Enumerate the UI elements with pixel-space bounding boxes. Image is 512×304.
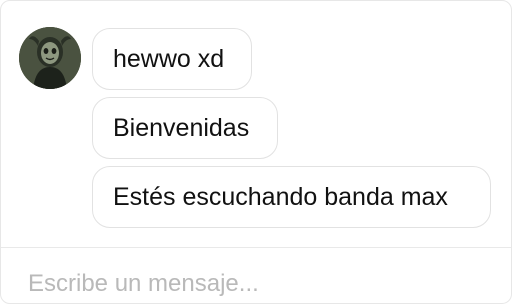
user-avatar-icon xyxy=(19,27,81,89)
message-input[interactable] xyxy=(28,268,488,300)
message-text: Bienvenidas xyxy=(113,113,250,142)
chat-window: hewwo xd Bienvenidas Estés escuchando ba… xyxy=(0,0,512,304)
message-bubble[interactable]: Bienvenidas xyxy=(92,97,278,159)
avatar[interactable] xyxy=(19,27,81,89)
message-text: hewwo xd xyxy=(113,44,225,73)
message-bubble[interactable]: hewwo xd xyxy=(92,28,252,90)
message-text: Estés escuchando banda max xyxy=(113,182,448,211)
message-bubble[interactable]: Estés escuchando banda max xyxy=(92,166,491,228)
message-composer xyxy=(1,248,511,303)
